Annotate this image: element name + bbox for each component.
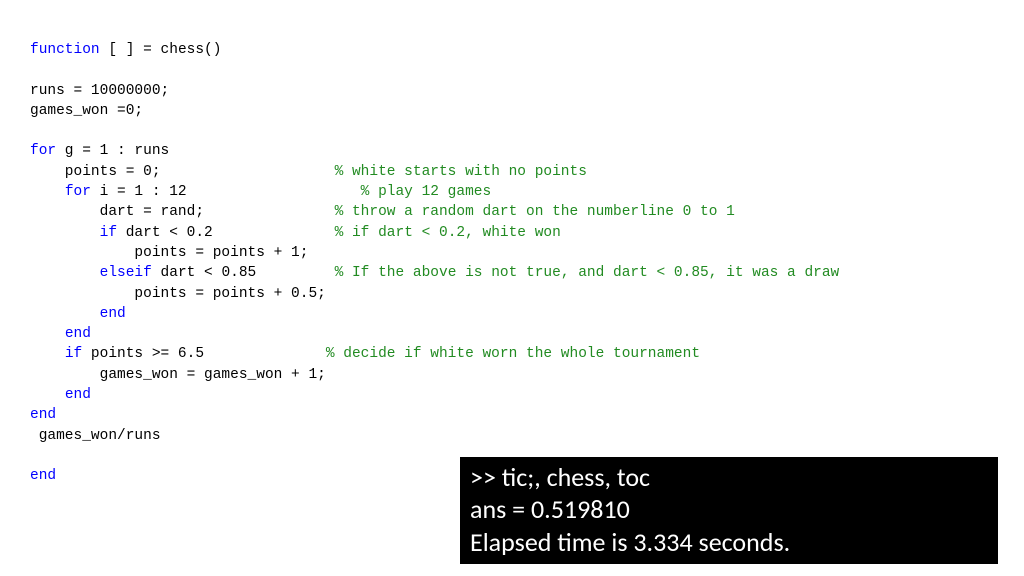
code-text: points = points + 0.5;: [30, 286, 326, 302]
code-text: dart < 0.2: [117, 225, 335, 241]
comment-text: % white starts with no points: [335, 164, 587, 180]
code-text: games_won =0;: [30, 103, 143, 119]
code-text: i = 1 : 12: [91, 184, 361, 200]
keyword-elseif: elseif: [100, 265, 152, 281]
comment-text: % if dart < 0.2, white won: [335, 225, 561, 241]
comment-text: % decide if white worn the whole tournam…: [326, 346, 700, 362]
code-text: [ ] = chess(): [100, 42, 222, 58]
comment-text: % play 12 games: [361, 184, 492, 200]
code-text: points >= 6.5: [82, 346, 326, 362]
code-text: games_won/runs: [30, 428, 161, 444]
keyword-if: if: [100, 225, 117, 241]
keyword-end: end: [30, 407, 56, 423]
code-text: dart = rand;: [30, 204, 335, 220]
matlab-code-block: function [ ] = chess() runs = 10000000; …: [30, 40, 1004, 487]
code-text: [30, 306, 100, 322]
keyword-end: end: [65, 326, 91, 342]
keyword-for: for: [30, 143, 56, 159]
matlab-console-output: >> tic;, chess, toc ans = 0.519810 Elaps…: [460, 457, 998, 565]
code-text: [30, 184, 65, 200]
code-text: [30, 225, 100, 241]
code-text: points = points + 1;: [30, 245, 308, 261]
keyword-end: end: [65, 387, 91, 403]
keyword-function: function: [30, 42, 100, 58]
console-line: >> tic;, chess, toc: [470, 461, 988, 494]
keyword-end: end: [30, 468, 56, 484]
code-text: [30, 326, 65, 342]
code-text: [30, 387, 65, 403]
comment-text: % throw a random dart on the numberline …: [335, 204, 735, 220]
code-text: g = 1 : runs: [56, 143, 169, 159]
keyword-for: for: [65, 184, 91, 200]
comment-text: % If the above is not true, and dart < 0…: [335, 265, 840, 281]
console-line: ans = 0.519810: [470, 493, 988, 526]
code-text: games_won = games_won + 1;: [30, 367, 326, 383]
code-text: dart < 0.85: [152, 265, 335, 281]
keyword-if: if: [65, 346, 82, 362]
keyword-end: end: [100, 306, 126, 322]
code-text: runs = 10000000;: [30, 83, 169, 99]
code-text: [30, 346, 65, 362]
code-text: [30, 265, 100, 281]
console-line: Elapsed time is 3.334 seconds.: [470, 526, 988, 559]
code-text: points = 0;: [30, 164, 335, 180]
